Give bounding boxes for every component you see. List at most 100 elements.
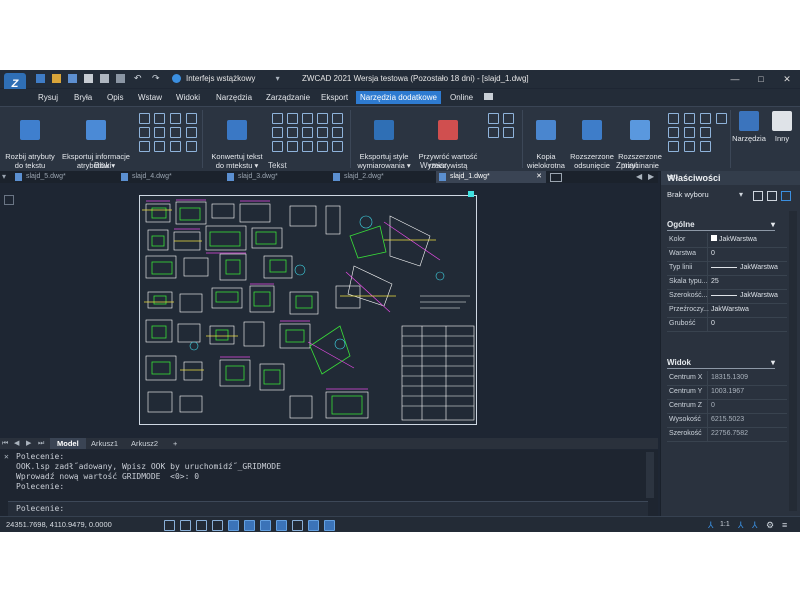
workspace-selector[interactable]: Interfejs wstążkowy ▾ (186, 73, 280, 85)
save-icon[interactable] (68, 74, 77, 83)
doc-tab-active[interactable]: slajd_1.dwg* ✕ (436, 171, 546, 183)
block-tool-icon[interactable] (186, 127, 197, 138)
block-tool-icon[interactable] (154, 127, 165, 138)
tab-bryla[interactable]: Bryła (70, 91, 96, 104)
tab-wstaw[interactable]: Wstaw (134, 91, 166, 104)
doc-tab[interactable]: slajd_3.dwg* (224, 171, 338, 183)
block-tool-icon[interactable] (170, 127, 181, 138)
dimension-tool-icon[interactable] (488, 127, 499, 138)
tab-arkusz2[interactable]: Arkusz2 (124, 438, 165, 449)
multiple-copy-button[interactable]: Kopia wielokrotna (526, 111, 566, 170)
block-tool-icon[interactable] (154, 141, 165, 152)
text-tool-icon[interactable] (272, 127, 283, 138)
transparency-toggle-icon[interactable] (308, 520, 319, 531)
modify-tool-icon[interactable] (684, 113, 695, 124)
text-tool-icon[interactable] (332, 127, 343, 138)
autoscale-icon[interactable]: ⅄ (752, 520, 758, 530)
tab-zarzadzanie[interactable]: Zarządzanie (262, 91, 314, 104)
polar-toggle-icon[interactable] (212, 520, 223, 531)
modify-tool-icon[interactable] (684, 141, 695, 152)
dimension-tool-icon[interactable] (503, 127, 514, 138)
block-tool-icon[interactable] (170, 113, 181, 124)
tabs-scroll-left-icon[interactable]: ◀ (636, 171, 642, 183)
annotation-visibility-icon[interactable]: ⅄ (738, 520, 744, 530)
tab-online[interactable]: Online (446, 91, 477, 104)
ribbon-minimize-icon[interactable] (484, 93, 493, 100)
property-row[interactable]: Centrum X 18315.1309 (667, 371, 787, 386)
tab-narzedzia[interactable]: Narzędzia (212, 91, 256, 104)
snap-toggle-icon[interactable] (180, 520, 191, 531)
modify-tool-icon[interactable] (700, 113, 711, 124)
text-tool-icon[interactable] (332, 113, 343, 124)
osnap-toggle-icon[interactable] (228, 520, 239, 531)
modify-tool-icon[interactable] (684, 127, 695, 138)
block-tool-icon[interactable] (139, 113, 150, 124)
export-dimstyles-button[interactable]: Eksportuj style wymiarowania ▾ (354, 111, 414, 170)
tab-opis[interactable]: Opis (103, 91, 127, 104)
ortho-toggle-icon[interactable] (196, 520, 207, 531)
doc-tab[interactable]: slajd_5.dwg* (12, 171, 126, 183)
block-tool-icon[interactable] (139, 127, 150, 138)
property-row[interactable]: Przeźroczy... JakWarstwa (667, 303, 787, 318)
drawing-canvas[interactable] (0, 183, 658, 438)
last-layout-icon[interactable]: ⏭ (38, 438, 44, 449)
property-row[interactable]: Kolor JakWarstwa (667, 233, 787, 248)
property-row[interactable]: Skala typu... 25 (667, 275, 787, 290)
text-tool-icon[interactable] (317, 127, 328, 138)
property-row[interactable]: Centrum Y 1003.1967 (667, 385, 787, 400)
open-file-icon[interactable] (52, 74, 61, 83)
add-layout-button[interactable]: + (166, 438, 184, 449)
inny-button[interactable]: Inny (768, 111, 796, 143)
text-tool-icon[interactable] (302, 127, 313, 138)
property-row[interactable]: Wysokość 6215.5023 (667, 413, 787, 428)
tab-eksport[interactable]: Eksport (317, 91, 352, 104)
property-row[interactable]: Szerokość 22756.7582 (667, 427, 787, 442)
text-tool-icon[interactable] (317, 141, 328, 152)
save-as-icon[interactable] (84, 74, 93, 83)
tab-model[interactable]: Model (50, 438, 86, 449)
text-tool-icon[interactable] (302, 141, 313, 152)
pickadd-toggle-icon[interactable] (781, 191, 791, 201)
property-row[interactable]: Grubość 0 (667, 317, 787, 332)
select-objects-icon[interactable] (767, 191, 777, 201)
annotation-scale-icon[interactable]: ⅄ (708, 520, 714, 530)
grid-toggle-icon[interactable] (164, 520, 175, 531)
dimension-tool-icon[interactable] (488, 113, 499, 124)
properties-scrollbar[interactable] (789, 211, 797, 511)
annotation-scale-value[interactable]: 1:1 (720, 520, 730, 530)
text-tool-icon[interactable] (302, 113, 313, 124)
block-tool-icon[interactable] (154, 113, 165, 124)
selection-cycling-toggle-icon[interactable] (324, 520, 335, 531)
workspace-settings-icon[interactable]: ⚙ (766, 520, 774, 530)
modify-tool-icon[interactable] (668, 141, 679, 152)
block-tool-icon[interactable] (170, 141, 181, 152)
text-tool-icon[interactable] (272, 141, 283, 152)
block-tool-icon[interactable] (186, 113, 197, 124)
doc-tab[interactable]: slajd_4.dwg* (118, 171, 232, 183)
modify-tool-icon[interactable] (700, 127, 711, 138)
extended-offset-button[interactable]: Rozszerzone odsunięcie (568, 111, 616, 170)
tab-widoki[interactable]: Widoki (172, 91, 204, 104)
prev-layout-icon[interactable]: ◀ (14, 438, 19, 449)
undo-icon[interactable]: ↶ (134, 74, 143, 83)
dynamic-input-toggle-icon[interactable] (276, 520, 287, 531)
new-file-icon[interactable] (36, 74, 45, 83)
redo-icon[interactable]: ↷ (152, 74, 161, 83)
minimize-button[interactable]: — (722, 70, 748, 88)
modify-tool-icon[interactable] (668, 113, 679, 124)
text-tool-icon[interactable] (332, 141, 343, 152)
modify-tool-icon[interactable] (716, 113, 727, 124)
new-tab-icon[interactable] (550, 173, 562, 182)
next-layout-icon[interactable]: ▶ (26, 438, 31, 449)
customize-status-icon[interactable]: ≡ (782, 520, 787, 530)
tab-arkusz1[interactable]: Arkusz1 (84, 438, 125, 449)
block-tool-icon[interactable] (139, 141, 150, 152)
lineweight-toggle-icon[interactable] (292, 520, 303, 531)
text-tool-icon[interactable] (317, 113, 328, 124)
text-tool-icon[interactable] (287, 113, 298, 124)
viewport-control-icon[interactable] (4, 195, 14, 205)
tabs-menu-icon[interactable]: ▾ (2, 171, 6, 183)
chevron-down-icon[interactable]: ▾ (739, 190, 743, 200)
command-scrollbar[interactable] (646, 452, 654, 498)
section-ogolne[interactable]: Ogólne ▾ (667, 219, 775, 231)
